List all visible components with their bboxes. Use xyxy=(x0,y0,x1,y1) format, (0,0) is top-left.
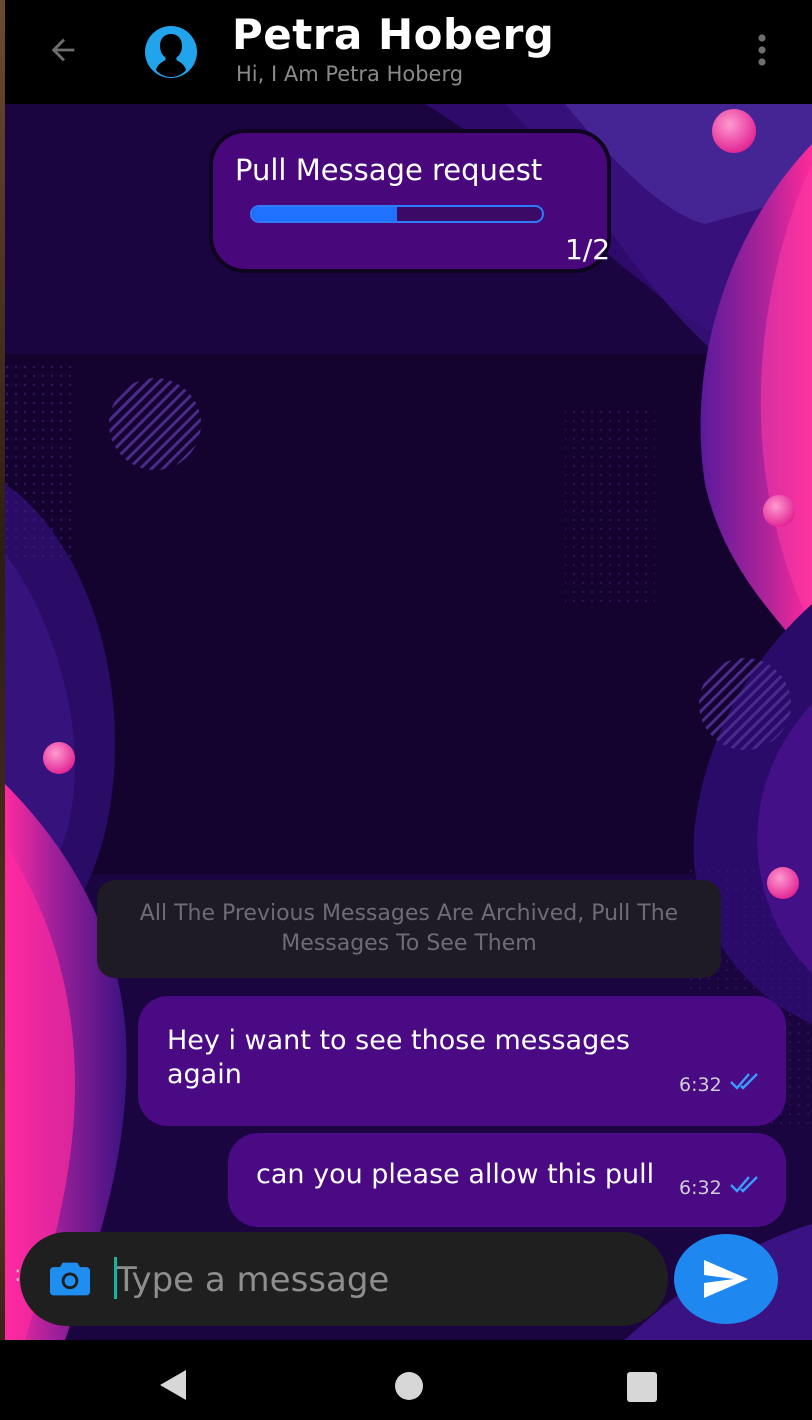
chat-area[interactable]: Pull Message request 1/2 All The Previou… xyxy=(5,104,812,1340)
message-time: 6:32 xyxy=(679,1074,722,1096)
nav-back-icon[interactable] xyxy=(158,1368,188,1402)
person-silhouette-icon xyxy=(145,26,197,78)
double-check-icon xyxy=(730,1073,758,1090)
message-bubble[interactable]: can you please allow this pull 6:32 xyxy=(228,1133,786,1227)
archived-notice: All The Previous Messages Are Archived, … xyxy=(97,880,721,978)
camera-button[interactable] xyxy=(46,1255,94,1303)
contact-name[interactable]: Petra Hoberg xyxy=(232,10,554,59)
message-time: 6:32 xyxy=(679,1177,722,1199)
message-input[interactable] xyxy=(112,1255,646,1305)
nav-recents-icon[interactable] xyxy=(627,1372,657,1402)
camera-icon xyxy=(50,1262,90,1296)
send-icon xyxy=(704,1260,748,1298)
message-text: Hey i want to see those messages again xyxy=(167,1025,630,1090)
arrow-left-icon xyxy=(51,38,75,62)
message-bubble[interactable]: Hey i want to see those messages again 6… xyxy=(138,996,786,1126)
chat-header: Petra Hoberg Hi, I Am Petra Hoberg xyxy=(5,0,812,104)
contact-status: Hi, I Am Petra Hoberg xyxy=(236,62,464,86)
avatar[interactable] xyxy=(143,24,199,80)
more-vertical-icon xyxy=(758,34,766,66)
pull-progress-count: 1/2 xyxy=(565,233,611,266)
double-check-icon xyxy=(730,1176,758,1193)
pull-progress-fill xyxy=(252,207,397,221)
send-button[interactable] xyxy=(674,1234,778,1324)
text-cursor xyxy=(114,1257,117,1299)
pull-request-card[interactable]: Pull Message request 1/2 xyxy=(209,129,611,273)
more-options-button[interactable] xyxy=(747,28,777,72)
pull-progress-bar xyxy=(250,205,544,223)
nav-home-icon[interactable] xyxy=(395,1372,423,1400)
back-button[interactable] xyxy=(43,30,83,70)
message-text: can you please allow this pull xyxy=(256,1159,655,1190)
pull-request-title: Pull Message request xyxy=(235,153,543,187)
